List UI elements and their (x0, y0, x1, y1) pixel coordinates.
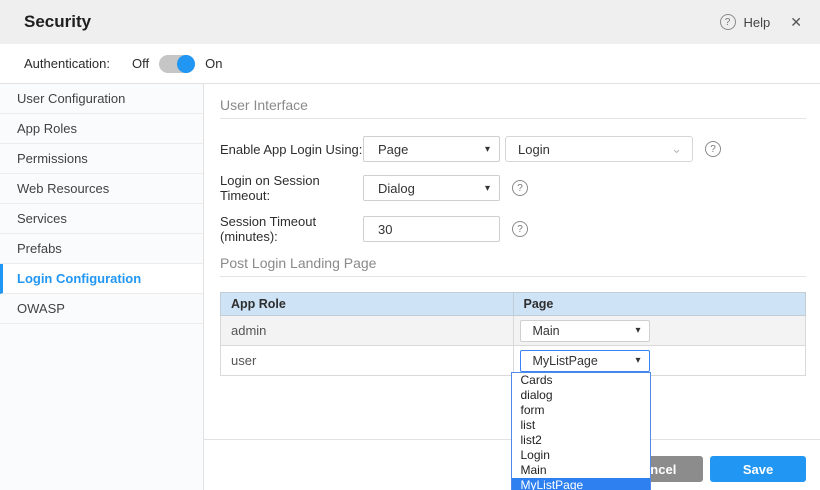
dropdown-option-mylistpage[interactable]: MyListPage (512, 478, 650, 490)
dropdown-option-list[interactable]: list (512, 418, 650, 433)
user-page-select[interactable]: MyListPage ▾ (520, 350, 650, 372)
section-title-post-login: Post Login Landing Page (220, 255, 806, 271)
dropdown-option-form[interactable]: form (512, 403, 650, 418)
login-page-select[interactable]: Login ⌄ (505, 136, 693, 162)
body: User Configuration App Roles Permissions… (0, 84, 820, 490)
toggle-off-label: Off (132, 56, 149, 71)
dropdown-option-main[interactable]: Main (512, 463, 650, 478)
table-row: admin Main ▾ (221, 316, 806, 346)
help-icon[interactable]: ? (512, 180, 528, 196)
sidebar-item-app-roles[interactable]: App Roles (0, 114, 203, 144)
page-dropdown-list: Cards dialog form list list2 Login Main … (511, 372, 651, 490)
caret-down-icon: ▾ (635, 355, 640, 366)
admin-page-select[interactable]: Main ▾ (520, 320, 650, 342)
caret-down-icon: ▾ (485, 183, 490, 194)
sidebar-item-services[interactable]: Services (0, 204, 203, 234)
toggle-knob (177, 55, 195, 73)
table-header-row: App Role Page (221, 293, 806, 316)
admin-page-value: Main (533, 324, 560, 338)
help-icon[interactable]: ? (705, 141, 721, 157)
sidebar-item-login-configuration[interactable]: Login Configuration (0, 264, 203, 294)
login-type-select[interactable]: Page ▾ (363, 136, 500, 162)
session-timeout-type-select[interactable]: Dialog ▾ (363, 175, 500, 201)
session-timeout-type-value: Dialog (378, 181, 415, 196)
authentication-row: Authentication: Off On (0, 44, 820, 84)
app-role-cell: admin (221, 316, 514, 346)
close-icon[interactable]: ✕ (790, 14, 802, 31)
session-timeout-minutes-label: Session Timeout (minutes): (220, 214, 363, 244)
form-row-session-timeout-type: Login on Session Timeout: Dialog ▾ ? (220, 173, 806, 203)
dropdown-option-cards[interactable]: Cards (512, 373, 650, 388)
save-button[interactable]: Save (710, 456, 806, 482)
authentication-toggle[interactable] (159, 55, 195, 73)
sidebar-item-web-resources[interactable]: Web Resources (0, 174, 203, 204)
sidebar-item-owasp[interactable]: OWASP (0, 294, 203, 324)
sidebar-item-prefabs[interactable]: Prefabs (0, 234, 203, 264)
help-icon[interactable]: ? (720, 14, 736, 30)
help-icon[interactable]: ? (512, 221, 528, 237)
column-header-page: Page (513, 293, 806, 316)
main-content: User Interface Enable App Login Using: P… (204, 84, 820, 490)
header-actions: ? Help ✕ (720, 14, 802, 31)
sidebar-item-user-configuration[interactable]: User Configuration (0, 84, 203, 114)
form-row-session-timeout-minutes: Session Timeout (minutes): ? (220, 214, 806, 244)
login-type-value: Page (378, 142, 408, 157)
session-timeout-minutes-input[interactable] (363, 216, 500, 242)
form-row-enable-app-login: Enable App Login Using: Page ▾ Login ⌄ ? (220, 136, 806, 162)
enable-app-login-label: Enable App Login Using: (220, 142, 363, 157)
login-page-value: Login (518, 142, 550, 157)
authentication-label: Authentication: (24, 56, 110, 71)
help-link[interactable]: Help (744, 15, 771, 30)
column-header-app-role: App Role (221, 293, 514, 316)
window-header: Security ? Help ✕ (0, 0, 820, 44)
divider (220, 276, 806, 277)
dropdown-option-dialog[interactable]: dialog (512, 388, 650, 403)
page-title: Security (24, 12, 91, 32)
toggle-on-label: On (205, 56, 222, 71)
table-row: user MyListPage ▾ Cards dialog (221, 346, 806, 376)
user-page-value: MyListPage (533, 354, 598, 368)
dropdown-option-list2[interactable]: list2 (512, 433, 650, 448)
section-title-user-interface: User Interface (220, 97, 806, 113)
caret-down-icon: ▾ (485, 144, 490, 155)
security-window: Security ? Help ✕ Authentication: Off On… (0, 0, 820, 490)
dropdown-option-login[interactable]: Login (512, 448, 650, 463)
sidebar: User Configuration App Roles Permissions… (0, 84, 204, 490)
sidebar-item-permissions[interactable]: Permissions (0, 144, 203, 174)
session-timeout-type-label: Login on Session Timeout: (220, 173, 363, 203)
post-login-table: App Role Page admin Main ▾ (220, 292, 806, 376)
chevron-down-icon: ⌄ (671, 144, 682, 154)
app-role-cell: user (221, 346, 514, 376)
caret-down-icon: ▾ (635, 325, 640, 336)
divider (220, 118, 806, 119)
